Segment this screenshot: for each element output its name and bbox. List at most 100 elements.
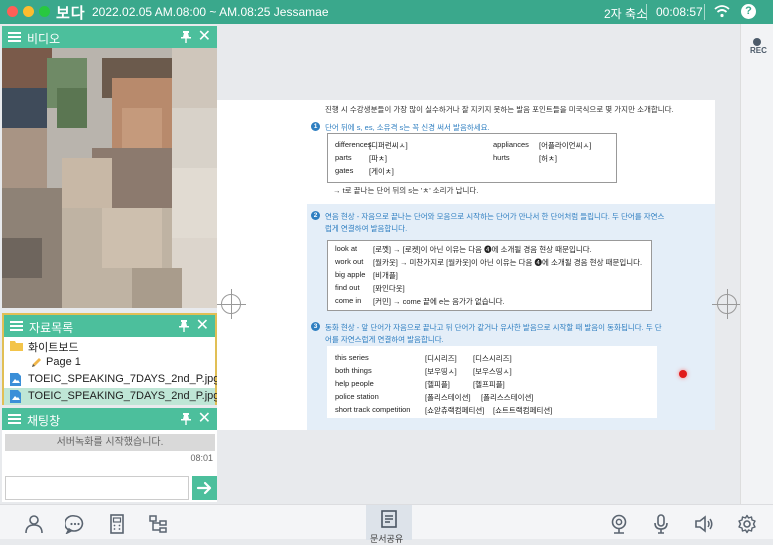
panel-title: 비디오 xyxy=(27,32,61,46)
microphone-icon[interactable] xyxy=(651,514,671,534)
chat-panel-header: 채팅창 ✕ xyxy=(2,408,217,430)
minimize-window-button[interactable] xyxy=(23,6,34,17)
system-message: 서버녹화를 시작했습니다. xyxy=(5,434,215,451)
menu-icon[interactable] xyxy=(8,32,21,42)
close-window-button[interactable] xyxy=(7,6,18,17)
video-panel: 비디오 ✕ xyxy=(2,26,217,308)
example-pron: [로껫] → [로켓]이 아닌 이유는 다음 ❹에 소개될 경음 현상 때문입니… xyxy=(373,245,592,254)
page-anchor-icon xyxy=(217,289,246,319)
calculator-doc-icon[interactable] xyxy=(107,514,127,534)
section-title: 럽게 연결하여 발음합니다. xyxy=(325,224,408,233)
divider xyxy=(646,4,647,20)
intro-text: 진행 시 수강생분들이 가장 많이 실수하거나 잘 지키지 못하는 발음 포인트… xyxy=(325,105,674,114)
video-panel-header: 비디오 ✕ xyxy=(2,26,217,48)
example-pron: [디퍼런씨ㅅ] xyxy=(369,141,408,150)
example-pron: [퐈인다웃] xyxy=(373,284,405,293)
example-word: this series xyxy=(335,353,369,362)
video-feed xyxy=(2,48,217,308)
wifi-icon xyxy=(714,4,730,23)
arrow-right-icon xyxy=(196,481,212,495)
participant-video-image xyxy=(2,48,217,308)
zoom-out-button[interactable]: 2자 축소 xyxy=(604,5,647,22)
example-alt: [쇼트트랙컴페티션] xyxy=(493,406,553,415)
maximize-window-button[interactable] xyxy=(39,6,50,17)
send-button[interactable] xyxy=(192,476,217,500)
pencil-icon xyxy=(32,358,41,367)
example-pron: [파ㅊ] xyxy=(369,154,387,163)
menu-icon[interactable] xyxy=(8,414,21,424)
section-title: 동화 현상 - 앞 단어가 자음으로 끝나고 뒤 단어가 같거나 유사한 발음으… xyxy=(325,323,662,332)
example-word: parts xyxy=(335,153,352,162)
file-item-page[interactable]: Page 1 xyxy=(4,354,215,371)
hierarchy-icon[interactable] xyxy=(148,514,168,534)
example-alt: [보우스띵ㅅ] xyxy=(473,367,512,376)
folder-icon xyxy=(10,341,23,351)
menu-icon[interactable] xyxy=(10,321,23,331)
document-viewer[interactable]: 진행 시 수강생분들이 가장 많이 실수하거나 잘 지키지 못하는 발음 포인트… xyxy=(217,24,740,504)
document-page[interactable]: 진행 시 수강생분들이 가장 많이 실수하거나 잘 지키지 못하는 발음 포인트… xyxy=(217,100,715,430)
speaker-icon[interactable] xyxy=(694,514,714,534)
section-title: 어를 자연스럽게 연결하여 발음합니다. xyxy=(325,335,444,344)
close-icon[interactable]: ✕ xyxy=(196,317,209,335)
example-pron: [비개플] xyxy=(373,271,398,280)
example-pron: [게이ㅊ] xyxy=(369,167,394,176)
panel-title: 채팅창 xyxy=(27,414,61,428)
example-word: help people xyxy=(335,379,374,388)
bottom-toolbar: 문서공유 xyxy=(0,504,773,544)
example-pron: [월카웃] → 미찬가지로 [월카웃]이 아닌 이유는 다음 ❹에 소개될 경음… xyxy=(373,258,643,267)
example-pron: [허ㅊ] xyxy=(539,154,557,163)
section-title: 단어 뒤에 s, es, 소유격 s는 꼭 신경 써서 발음하세요. xyxy=(325,123,490,132)
example-word: appliances xyxy=(493,140,529,149)
section-number: 2 xyxy=(311,211,320,220)
file-item-image[interactable]: TOEIC_SPEAKING_7DAYS_2nd_P.jpg xyxy=(4,371,219,388)
session-timer: 00:08:57 xyxy=(656,5,703,19)
image-file-icon xyxy=(10,390,21,403)
example-word: hurts xyxy=(493,153,510,162)
camera-icon[interactable] xyxy=(609,514,629,534)
file-item-image-selected[interactable]: TOEIC_SPEAKING_7DAYS_2nd_P.jpg xyxy=(4,388,219,405)
document-icon xyxy=(381,510,397,528)
panel-title: 자료목록 xyxy=(29,321,74,335)
settings-icon[interactable] xyxy=(737,514,757,534)
example-pron: [폴리스테이션] xyxy=(425,393,471,402)
example-word: gates xyxy=(335,166,354,175)
example-alt: [헬프피플] xyxy=(473,380,505,389)
example-word: police station xyxy=(335,392,379,401)
example-pron: [어플라이언씨ㅅ] xyxy=(539,141,592,150)
image-file-icon xyxy=(10,373,21,386)
help-button[interactable]: ? xyxy=(741,4,756,19)
title-bar: 보다 2022.02.05 AM.08:00 ~ AM.08:25 Jessam… xyxy=(0,0,773,24)
example-alt: [폴리스스테이션] xyxy=(481,393,534,402)
pin-icon[interactable] xyxy=(181,413,191,425)
close-icon[interactable]: ✕ xyxy=(198,410,211,428)
example-word: work out xyxy=(335,257,364,266)
laser-pointer xyxy=(679,370,687,378)
close-icon[interactable]: ✕ xyxy=(198,28,211,46)
person-icon[interactable] xyxy=(24,514,44,534)
example-pron: [헬피플] xyxy=(425,380,450,389)
example-pron: [쇼앋츄랙컴페티션] xyxy=(425,406,485,415)
chat-input[interactable] xyxy=(5,476,189,500)
example-word: short track competition xyxy=(335,405,411,414)
app-logo: 보다 xyxy=(56,5,86,22)
chat-bubble-icon[interactable] xyxy=(65,514,85,534)
record-label[interactable]: REC xyxy=(750,46,767,55)
section-title: 연음 현상 - 자음으로 끝나는 단어와 모음으로 시작하는 단어가 만나서 한… xyxy=(325,212,665,221)
section-note: → t로 끝나는 단어 뒤의 s는 'ㅊ' 소리가 납니다. xyxy=(333,186,479,195)
file-item-whiteboard[interactable]: 화이트보드 xyxy=(4,337,215,354)
pin-icon[interactable] xyxy=(181,31,191,43)
document-share-button[interactable]: 문서공유 xyxy=(366,505,412,544)
example-word: look at xyxy=(335,244,358,253)
right-toolbar: REC xyxy=(740,24,773,504)
section-number: 1 xyxy=(311,122,320,131)
section-number: 3 xyxy=(311,322,320,331)
example-word: both things xyxy=(335,366,372,375)
example-word: big apple xyxy=(335,270,366,279)
session-info: 2022.02.05 AM.08:00 ~ AM.08:25 Jessamae xyxy=(92,5,329,19)
pin-icon[interactable] xyxy=(179,320,189,332)
record-icon[interactable] xyxy=(753,38,761,46)
example-pron: [보우띵ㅅ] xyxy=(425,367,457,376)
divider xyxy=(704,4,705,20)
page-anchor-icon xyxy=(712,289,740,319)
example-word: differences xyxy=(335,140,372,149)
